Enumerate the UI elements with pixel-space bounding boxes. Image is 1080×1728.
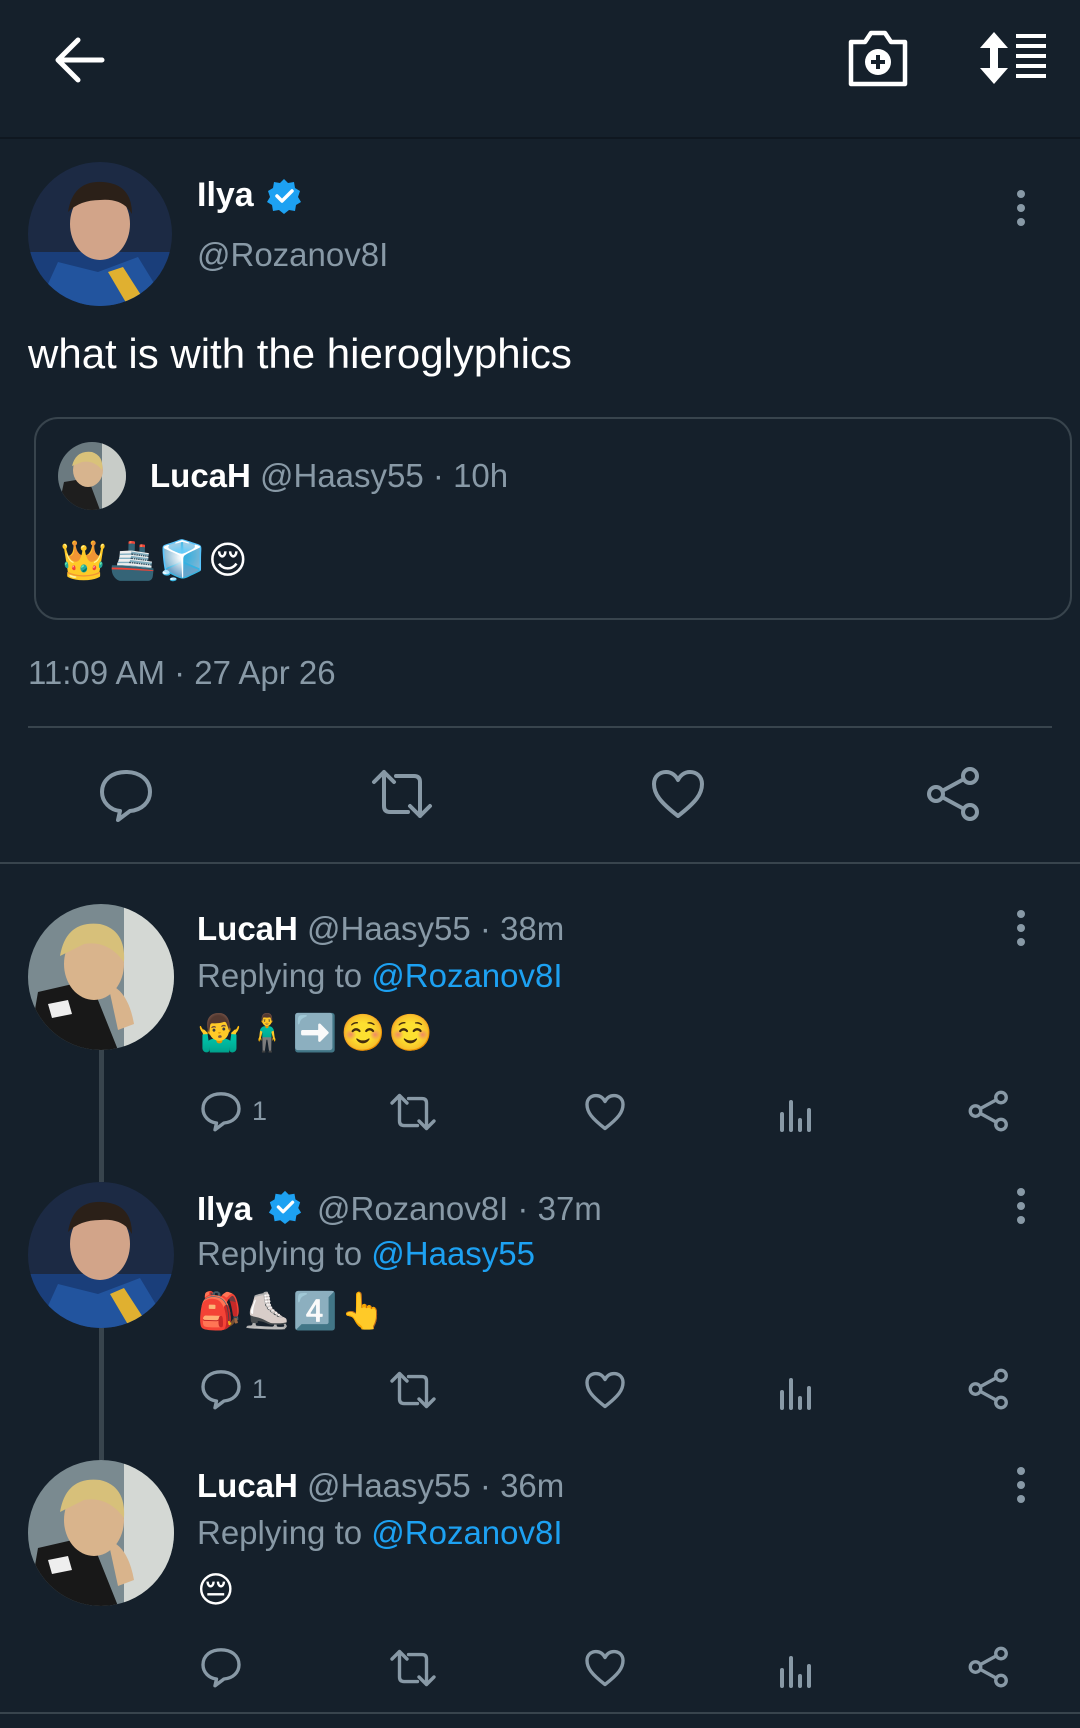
reply-avatar[interactable] [28,1182,174,1328]
more-options-icon[interactable] [1014,190,1028,232]
share-button[interactable] [926,766,982,822]
camera-plus-icon [848,30,908,87]
reply-button[interactable] [200,1090,242,1132]
more-options-icon[interactable] [1014,1467,1028,1509]
reply-author-name[interactable]: LucaH [197,1467,298,1505]
share-button[interactable] [968,1368,1010,1410]
reply-author-handle-time: @Rozanov8I · 37m [317,1190,602,1227]
replying-to-link[interactable]: @Rozanov8I [371,957,562,994]
analytics-button[interactable] [778,1648,814,1688]
more-options-icon[interactable] [1014,1188,1028,1230]
analytics-icon [780,1378,811,1410]
replying-to: Replying to @Rozanov8I [197,1514,563,1552]
quoted-tweet[interactable] [34,417,1072,620]
quoted-tweet-text: 👑🚢🧊😌 [60,540,250,582]
author-avatar[interactable] [28,162,172,306]
analytics-button[interactable] [778,1370,814,1410]
reply-text: 😔 [197,1569,238,1610]
reply-count: 1 [252,1374,268,1404]
reply-button[interactable] [98,768,154,822]
replying-to-label: Replying to [197,1514,372,1551]
back-button[interactable] [50,30,110,90]
verified-badge-icon [268,1190,302,1225]
reply-count: 1 [252,1096,268,1126]
share-button[interactable] [968,1090,1010,1132]
reply-author-name[interactable]: LucaH [197,910,298,948]
sort-replies-button[interactable] [978,30,1048,86]
share-button[interactable] [968,1646,1010,1688]
comment-icon [100,770,152,822]
share-icon [968,1646,1008,1688]
reply-avatar[interactable] [28,1460,174,1606]
reply-text: 🤷‍♂️🧍‍♂️➡️☺️☺️ [197,1012,437,1053]
sort-list-icon [980,32,1046,84]
replying-to-label: Replying to [197,957,372,994]
comment-icon [201,1648,241,1688]
replying-to: Replying to @Rozanov8I [197,957,563,995]
share-icon [968,1090,1008,1132]
retweet-button[interactable] [389,1092,437,1132]
replying-to-link[interactable]: @Haasy55 [371,1235,535,1272]
heart-icon [652,770,704,818]
divider [28,726,1052,728]
quoted-author-handle-time: @Haasy55 · 10h [260,457,509,494]
verified-badge-icon [267,179,301,214]
retweet-icon [390,1371,436,1409]
more-options-icon[interactable] [1014,910,1028,952]
thread-connector [99,1046,104,1182]
replying-to: Replying to @Haasy55 [197,1235,535,1273]
top-app-bar [0,0,1080,139]
reply-author-handle-time: @Haasy55 · 36m [307,1467,565,1504]
tweet-text: what is with the hieroglyphics [28,330,572,377]
heart-icon [585,1649,625,1687]
share-icon [927,767,979,821]
camera-button[interactable] [845,28,911,90]
reply-button[interactable] [200,1368,242,1410]
retweet-icon [390,1093,436,1131]
retweet-button[interactable] [370,768,434,820]
retweet-button[interactable] [389,1648,437,1688]
like-button[interactable] [584,1648,626,1688]
analytics-icon [780,1656,811,1688]
replying-to-label: Replying to [197,1235,372,1272]
heart-icon [585,1093,625,1131]
author-name[interactable]: Ilya [197,176,254,215]
like-button[interactable] [650,768,706,820]
share-icon [968,1368,1008,1410]
quoted-author-avatar[interactable] [58,442,126,510]
quoted-author-name: LucaH [150,457,251,494]
like-button[interactable] [584,1370,626,1410]
comment-icon [201,1092,241,1132]
section-divider [0,1712,1080,1714]
reply-author-handle-time: @Haasy55 · 38m [307,910,565,947]
retweet-icon [372,770,432,818]
section-divider [0,862,1080,864]
reply-text: 🎒⛸️4️⃣👆 [197,1290,389,1331]
reply-avatar[interactable] [28,904,174,1050]
arrow-left-icon [55,37,105,83]
replying-to-link[interactable]: @Rozanov8I [371,1514,562,1551]
analytics-icon [780,1100,811,1132]
author-handle[interactable]: @Rozanov8I [197,236,388,274]
analytics-button[interactable] [778,1092,814,1132]
thread-connector [99,1324,104,1460]
heart-icon [585,1371,625,1409]
reply-author-name[interactable]: Ilya [197,1190,252,1228]
retweet-icon [390,1649,436,1687]
comment-icon [201,1370,241,1410]
retweet-button[interactable] [389,1370,437,1410]
reply-button[interactable] [200,1646,242,1688]
tweet-timestamp: 11:09 AM · 27 Apr 26 [28,654,336,691]
like-button[interactable] [584,1092,626,1132]
